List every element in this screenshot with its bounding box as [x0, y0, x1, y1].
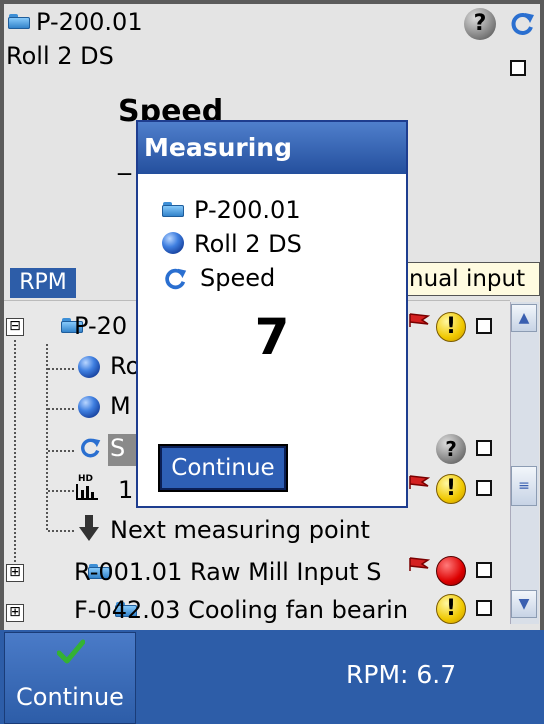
down-arrow-icon	[79, 515, 99, 541]
tree-item-label[interactable]: S	[110, 434, 125, 462]
help-icon: ?	[436, 434, 466, 464]
header-point-id: P-200.01	[36, 8, 143, 36]
folder-icon	[8, 14, 30, 29]
ball-icon	[78, 396, 100, 418]
refresh-icon	[165, 268, 187, 290]
refresh-icon[interactable]	[508, 10, 536, 38]
tree-line	[46, 344, 48, 530]
tree-line	[48, 530, 74, 532]
dialog-title: Measuring	[138, 122, 406, 174]
unit-tab[interactable]: RPM	[10, 268, 76, 298]
warning-icon: !	[436, 474, 466, 504]
help-icon[interactable]: ?	[464, 8, 496, 40]
tree-item-label[interactable]: R-001.01 Raw Mill Input S	[74, 558, 404, 586]
header-location: Roll 2 DS	[6, 42, 114, 70]
expand-toggle[interactable]: ⊞	[6, 564, 24, 582]
checkmark-icon	[57, 639, 85, 664]
tree-line	[48, 450, 74, 452]
rpm-readout: RPM: 6.7	[346, 660, 457, 689]
measure-underline: _	[118, 146, 131, 176]
tree-item-label[interactable]: F-042.03 Cooling fan bearin	[74, 596, 434, 624]
dialog-location: Roll 2 DS	[194, 230, 302, 258]
measurement-value: 7	[254, 308, 290, 366]
tree-item-label[interactable]: P-20	[74, 312, 127, 340]
row-checkbox[interactable]	[476, 562, 492, 578]
warning-icon: !	[436, 594, 466, 624]
tree-item-label[interactable]: 1	[118, 476, 133, 504]
warning-icon: !	[436, 312, 466, 342]
header-checkbox[interactable]	[510, 60, 526, 76]
flag-icon	[409, 475, 430, 489]
scroll-down-button[interactable]: ▼	[511, 590, 537, 618]
flag-icon	[409, 557, 430, 571]
next-measuring-point[interactable]: Next measuring point	[110, 516, 370, 544]
refresh-icon	[81, 438, 101, 458]
row-checkbox[interactable]	[476, 600, 492, 616]
collapse-toggle[interactable]: ⊟	[6, 318, 24, 336]
folder-icon	[162, 202, 184, 217]
flag-icon	[409, 313, 430, 327]
alarm-icon	[436, 556, 466, 586]
tree-item-label[interactable]: M	[110, 392, 131, 420]
dialog-continue-button[interactable]: Continue	[158, 444, 288, 492]
tree-line	[48, 408, 74, 410]
row-checkbox[interactable]	[476, 318, 492, 334]
tree-line	[48, 368, 74, 370]
tree-line	[14, 340, 16, 570]
hd-chart-icon: HD	[76, 474, 100, 500]
measuring-dialog: Measuring P-200.01 Roll 2 DS Speed 7 Con…	[136, 120, 408, 508]
ball-icon	[78, 356, 100, 378]
continue-label: Continue	[16, 683, 124, 711]
ball-icon	[162, 232, 184, 254]
continue-button[interactable]: Continue	[4, 632, 136, 724]
expand-toggle[interactable]: ⊞	[6, 604, 24, 622]
row-checkbox[interactable]	[476, 480, 492, 496]
scrollbar[interactable]: ▲ ≡ ▼	[510, 302, 539, 624]
dialog-point: P-200.01	[194, 196, 301, 224]
row-checkbox[interactable]	[476, 440, 492, 456]
tree-line	[48, 490, 74, 492]
dialog-measurement: Speed	[200, 264, 276, 292]
scroll-thumb[interactable]: ≡	[511, 466, 537, 506]
manual-input-tooltip[interactable]: nual input	[406, 262, 540, 296]
scroll-up-button[interactable]: ▲	[511, 304, 537, 332]
